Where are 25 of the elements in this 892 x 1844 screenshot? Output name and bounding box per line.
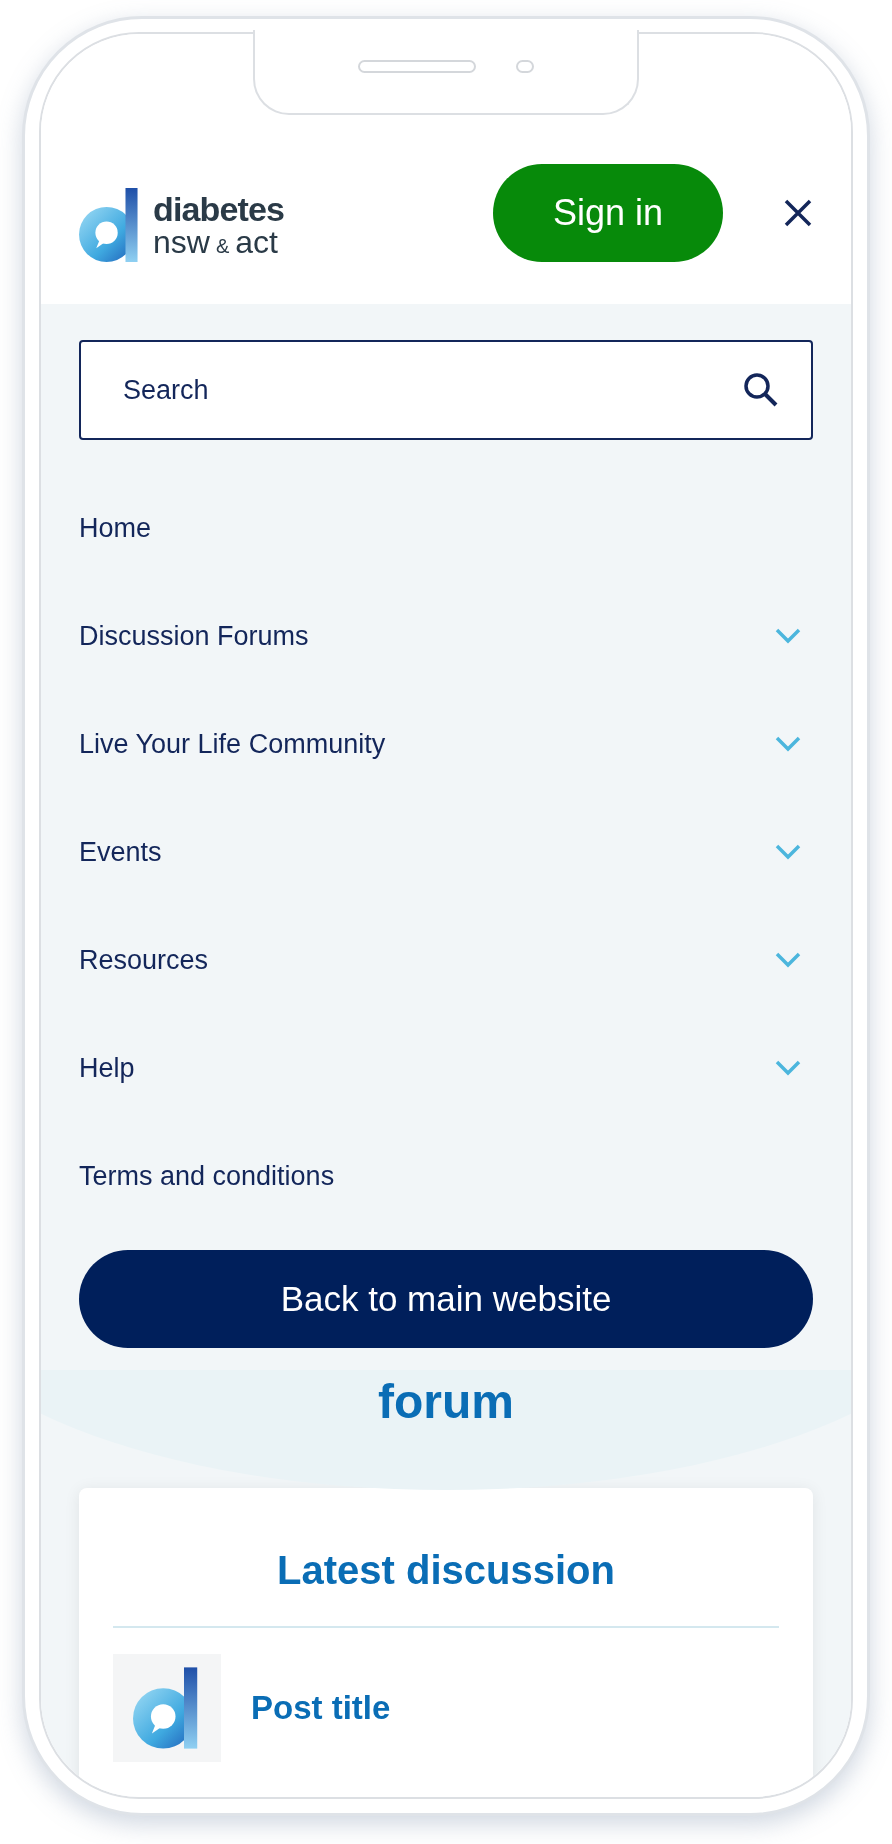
chevron-down-icon[interactable] [775,952,801,968]
chevron-down-icon[interactable] [775,844,801,860]
hero-title: forum [378,1378,514,1430]
sign-in-button[interactable]: Sign in [493,164,723,262]
post-title[interactable]: Post title [251,1683,391,1733]
menu-item[interactable]: Discussion Forums [79,615,309,657]
close-icon[interactable] [783,198,813,228]
menu-item[interactable]: Live Your Life Community [79,723,386,765]
card-title: Latest discussion [277,1547,615,1594]
menu-item[interactable]: Help [79,1047,135,1089]
menu-item[interactable]: Events [79,831,162,873]
chevron-down-icon[interactable] [775,628,801,644]
menu-item[interactable]: Terms and conditions [79,1155,335,1197]
logo-icon [79,188,141,262]
menu-item[interactable]: Home [79,507,152,549]
chevron-down-icon[interactable] [775,1060,801,1076]
chevron-down-icon[interactable] [775,736,801,752]
search-field[interactable]: Search [79,340,813,440]
search-icon[interactable] [743,372,779,408]
logo-wordmark: diabetes [153,192,285,226]
logo-wordmark: act [235,226,278,258]
menu-item[interactable]: Resources [79,939,209,981]
logo-wordmark: & [215,236,230,256]
logo-wordmark: nsw [153,226,210,258]
back-to-website-button[interactable]: Back to main website [79,1250,813,1348]
